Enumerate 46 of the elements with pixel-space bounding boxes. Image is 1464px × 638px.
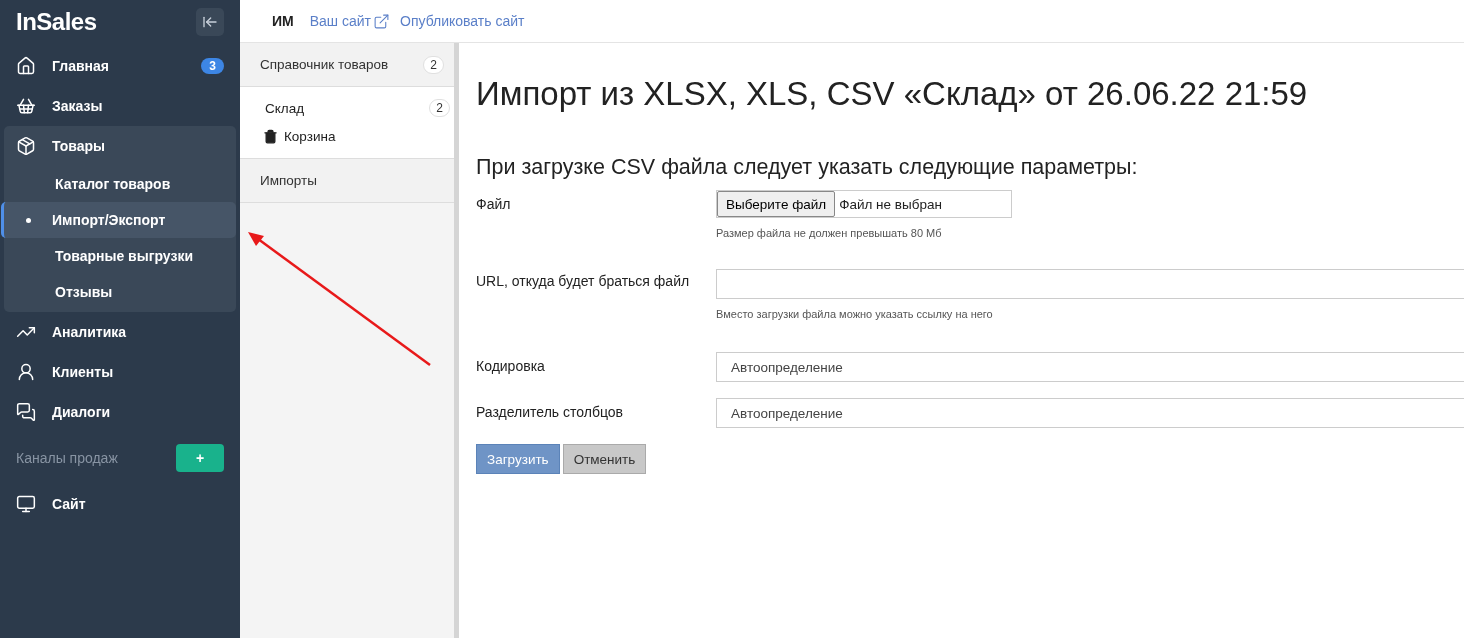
section-title: При загрузке CSV файла следует указать следующие параметры: bbox=[476, 155, 1139, 180]
logo: InSales bbox=[16, 8, 97, 36]
choose-file-button[interactable]: Выберите файл bbox=[717, 191, 836, 217]
bullet-icon bbox=[26, 217, 31, 223]
nav-subitem[interactable]: Импорт/Экспорт bbox=[1, 202, 236, 238]
url-field[interactable] bbox=[716, 269, 1464, 299]
top-link[interactable]: Ваш сайт bbox=[309, 12, 390, 30]
field-hint: Размер файла не должен превышать 80 Мб bbox=[716, 227, 943, 239]
count-badge: 2 bbox=[429, 99, 450, 117]
top-link[interactable]: Опубликовать сайт bbox=[400, 13, 525, 29]
nav-subitem[interactable]: Товарные выгрузки bbox=[4, 238, 236, 274]
nav-subitem[interactable]: Отзывы bbox=[4, 274, 236, 310]
file-status: Файл не выбран bbox=[839, 196, 942, 212]
collapse-button[interactable] bbox=[196, 8, 224, 36]
field-label: Разделитель столбцов bbox=[476, 403, 625, 422]
chat-icon bbox=[16, 402, 36, 422]
field-hint: Вместо загрузки файла можно указать ссылку на него bbox=[716, 308, 994, 320]
subnav-item[interactable]: Корзина bbox=[240, 123, 454, 159]
select-field[interactable]: Автоопределение bbox=[716, 352, 1464, 382]
nav-item[interactable]: Товары bbox=[4, 126, 236, 166]
cancel-button[interactable]: Отменить bbox=[562, 444, 647, 474]
nav-item[interactable]: Главная 3 bbox=[4, 46, 236, 86]
section-heading: Каналы продаж bbox=[16, 450, 118, 466]
home-icon bbox=[16, 56, 36, 76]
shop-name: ИМ bbox=[272, 13, 294, 29]
external-link-icon bbox=[373, 12, 390, 30]
nav-item[interactable]: Аналитика bbox=[4, 312, 236, 352]
field-label: Файл bbox=[476, 195, 512, 214]
nav-item[interactable]: Клиенты bbox=[4, 352, 236, 392]
count-badge: 2 bbox=[423, 55, 444, 74]
monitor-icon bbox=[16, 494, 36, 514]
nav-item[interactable]: Сайт bbox=[4, 484, 236, 524]
collapse-icon bbox=[202, 14, 218, 30]
nav-subitem[interactable]: Каталог товаров bbox=[4, 166, 236, 202]
select-field[interactable]: Автоопределение bbox=[716, 398, 1464, 428]
box-icon bbox=[16, 136, 36, 156]
page-title: Импорт из XLSX, XLS, CSV «Склад» от 26.06.22 21:59 bbox=[476, 75, 1309, 113]
file-input[interactable]: Выберите файл Файл не выбран bbox=[716, 190, 1012, 218]
field-label: Кодировка bbox=[476, 357, 546, 376]
subnav-item[interactable]: Склад 2 bbox=[240, 87, 454, 123]
nav-item[interactable]: Заказы bbox=[4, 86, 236, 126]
field-label: URL, откуда будет браться файл bbox=[476, 272, 691, 291]
trash-icon bbox=[263, 129, 278, 144]
basket-icon bbox=[16, 96, 36, 116]
nav-item[interactable]: Диалоги bbox=[4, 392, 236, 432]
count-badge: 3 bbox=[201, 58, 224, 74]
